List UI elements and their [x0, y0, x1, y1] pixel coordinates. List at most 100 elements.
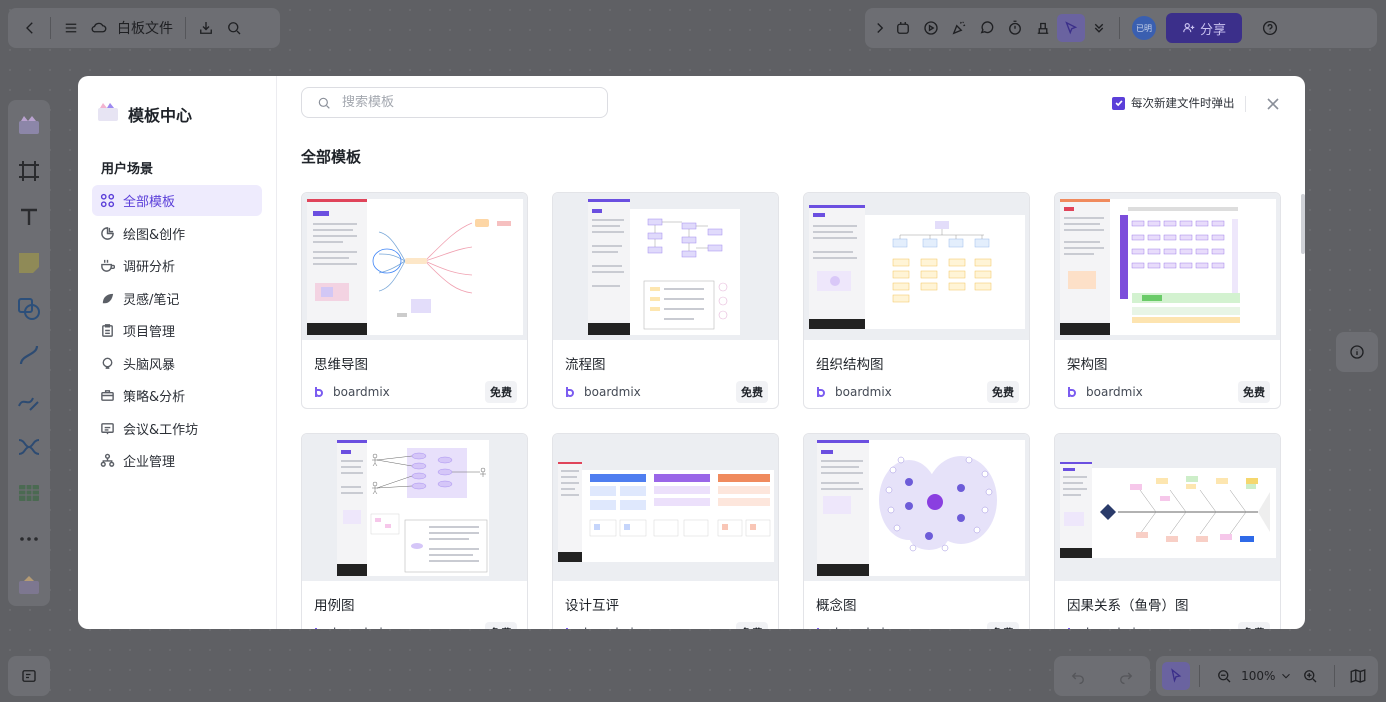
select-cursor-icon[interactable]: [1162, 662, 1190, 690]
more-chevron-icon[interactable]: [1085, 14, 1113, 42]
template-center-modal: 模板中心 用户场景 全部模板 绘图&创作 调研分析 灵感/笔记 项目管理 头脑风…: [78, 76, 1305, 629]
plugin-icon[interactable]: [14, 566, 44, 604]
template-author: boardmix: [333, 626, 485, 629]
briefcase-icon: [101, 390, 114, 401]
boardmix-logo-icon: [1068, 628, 1070, 629]
undo-icon[interactable]: [1064, 662, 1092, 690]
follow-cursor-icon[interactable]: [1057, 14, 1085, 42]
template-author: boardmix: [333, 385, 390, 399]
modal-main: 每次新建文件时弹出 全部模板: [277, 76, 1305, 629]
frame-icon[interactable]: [14, 152, 44, 190]
bottom-left-panel: [8, 656, 50, 696]
template-card[interactable]: 因果关系（鱼骨）图 boardmix 免费: [1054, 433, 1281, 629]
category-brainstorm[interactable]: 头脑风暴: [92, 348, 262, 379]
template-meta: boardmix 免费: [565, 622, 768, 629]
search-box[interactable]: [301, 87, 608, 118]
chevron-right-icon[interactable]: [871, 14, 889, 42]
scrollbar[interactable]: [1301, 194, 1305, 254]
avatar[interactable]: 已明: [1132, 16, 1156, 40]
share-button[interactable]: 分享: [1166, 13, 1242, 43]
template-card[interactable]: 流程图 boardmix 免费: [552, 192, 779, 409]
free-badge: 免费: [485, 622, 517, 629]
vote-icon[interactable]: [1029, 14, 1057, 42]
template-thumbnail: [553, 434, 778, 581]
feather-icon: [102, 293, 114, 303]
category-label: 会议&工作坊: [123, 422, 199, 438]
divider: [1199, 665, 1201, 687]
org-icon: [100, 453, 115, 467]
menu-icon[interactable]: [57, 14, 85, 42]
zoom-in-icon[interactable]: [1296, 662, 1324, 690]
mindmap-icon[interactable]: [14, 428, 44, 466]
grid-icon: [100, 193, 115, 208]
free-badge: 免费: [987, 622, 1019, 629]
back-icon[interactable]: [16, 14, 44, 42]
template-thumbnail: [553, 193, 778, 340]
modal-header: 模板中心: [96, 100, 262, 128]
template-author: boardmix: [1086, 385, 1143, 399]
comment-icon[interactable]: [973, 14, 1001, 42]
template-title: 概念图: [816, 598, 857, 614]
search-icon[interactable]: [220, 14, 248, 42]
map-icon[interactable]: [1344, 662, 1372, 690]
paint-icon: [101, 226, 114, 240]
table-icon[interactable]: [14, 474, 44, 512]
template-thumbnail: [302, 434, 527, 581]
category-enterprise[interactable]: 企业管理: [92, 445, 262, 476]
template-card[interactable]: 架构图 boardmix 免费: [1054, 192, 1281, 409]
play-icon[interactable]: [917, 14, 945, 42]
connector-icon[interactable]: [14, 336, 44, 374]
divider: [185, 17, 186, 39]
search-input[interactable]: [342, 95, 582, 110]
template-title: 组织结构图: [816, 357, 884, 373]
template-card[interactable]: 概念图 boardmix 免费: [803, 433, 1030, 629]
category-drawing[interactable]: 绘图&创作: [92, 218, 262, 249]
template-icon[interactable]: [14, 106, 44, 144]
redo-icon[interactable]: [1112, 662, 1140, 690]
file-title[interactable]: 白板文件: [117, 18, 173, 38]
category-strategy[interactable]: 策略&分析: [92, 380, 262, 411]
template-card[interactable]: 思维导图 boardmix 免费: [301, 192, 528, 409]
category-notes[interactable]: 灵感/笔记: [92, 283, 262, 314]
close-icon[interactable]: [1266, 96, 1282, 112]
template-author: boardmix: [1086, 626, 1238, 629]
template-card[interactable]: 用例图 boardmix 免费: [301, 433, 528, 629]
zoom-out-icon[interactable]: [1210, 662, 1238, 690]
timer-icon[interactable]: [1001, 14, 1029, 42]
outline-icon[interactable]: [15, 662, 43, 690]
bulb-icon: [102, 357, 113, 369]
download-icon[interactable]: [192, 14, 220, 42]
pen-icon[interactable]: [14, 382, 44, 420]
template-meta: boardmix 免费: [314, 622, 517, 629]
shape-icon[interactable]: [14, 290, 44, 328]
zoom-level[interactable]: 100%: [1241, 669, 1275, 683]
celebrate-icon[interactable]: [945, 14, 973, 42]
left-tool-strip: [8, 100, 50, 606]
check-icon: [1114, 100, 1123, 107]
help-icon[interactable]: [1256, 14, 1284, 42]
template-card[interactable]: 组织结构图 boardmix 免费: [803, 192, 1030, 409]
sticky-note-icon[interactable]: [14, 244, 44, 282]
chevron-down-icon[interactable]: [1279, 662, 1293, 690]
text-icon[interactable]: [14, 198, 44, 236]
more-tools-icon[interactable]: [14, 520, 44, 558]
template-card[interactable]: 设计互评 boardmix 免费: [552, 433, 779, 629]
template-author: boardmix: [584, 626, 736, 629]
category-project[interactable]: 项目管理: [92, 315, 262, 346]
category-label: 策略&分析: [123, 390, 186, 405]
category-label: 项目管理: [123, 325, 176, 340]
template-thumbnail: [302, 193, 527, 340]
category-all-templates[interactable]: 全部模板: [92, 185, 262, 216]
ai-icon[interactable]: [889, 14, 917, 42]
popup-option[interactable]: 每次新建文件时弹出: [1112, 95, 1235, 111]
template-meta: boardmix 免费: [816, 381, 1019, 403]
template-meta: boardmix 免费: [1067, 381, 1270, 403]
category-research[interactable]: 调研分析: [92, 250, 262, 281]
template-title: 用例图: [314, 598, 355, 614]
category-meeting[interactable]: 会议&工作坊: [92, 413, 262, 444]
category-label: 调研分析: [123, 260, 176, 275]
template-meta: boardmix 免费: [565, 381, 768, 403]
boardmix-logo-icon: [315, 628, 317, 629]
info-icon[interactable]: [1343, 338, 1371, 366]
popup-checkbox[interactable]: [1112, 96, 1125, 110]
